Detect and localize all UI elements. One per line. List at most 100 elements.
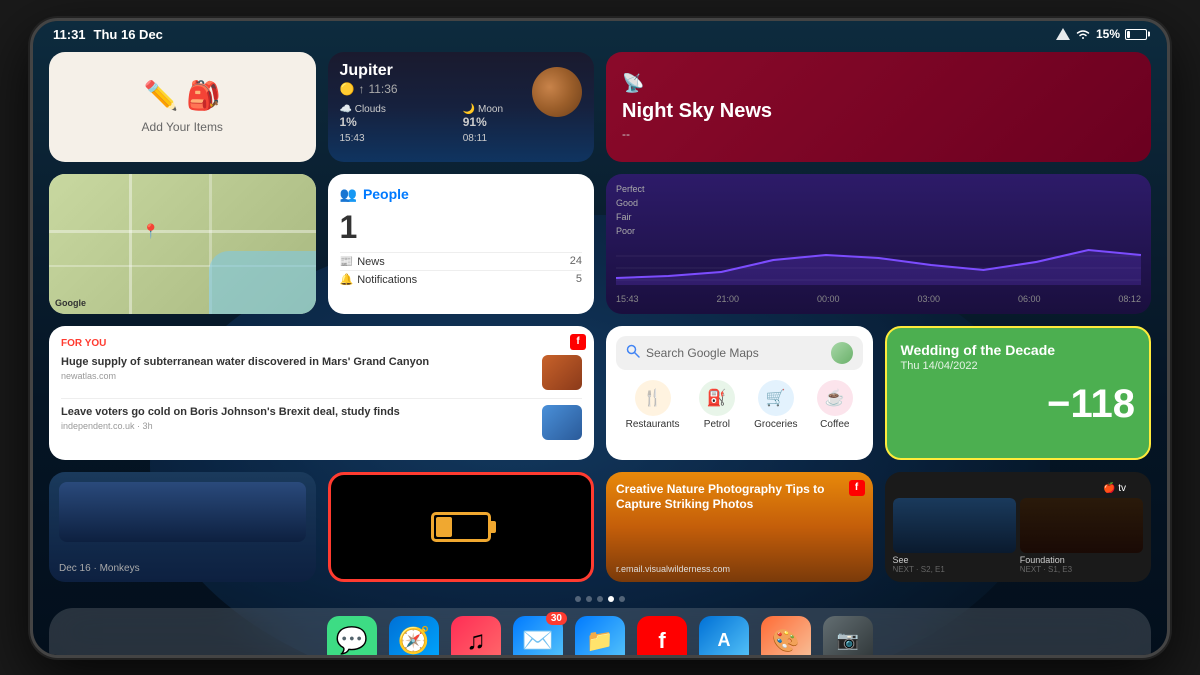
- dot-5[interactable]: [619, 596, 625, 602]
- flipboard-badge: f: [570, 334, 586, 350]
- flipboard-dock-icon: f: [658, 628, 665, 654]
- files-icon: 📁: [586, 628, 613, 654]
- ipad-frame: 11:31 Thu 16 Dec 15%: [30, 18, 1170, 658]
- restaurants-label: Restaurants: [626, 419, 680, 430]
- widget-grid: ✏️ 🎒 Add Your Items Jupiter 🟡 ↑ 11:36 ☁️…: [33, 48, 1167, 592]
- widget-calendar[interactable]: Wedding of the Decade Thu 14/04/2022 −11…: [885, 326, 1152, 460]
- widget-music[interactable]: Dec 16 · Monkeys: [49, 472, 316, 582]
- reminders-icons: ✏️ 🎒: [143, 79, 221, 112]
- dock-messages[interactable]: 💬: [327, 616, 377, 655]
- dock-mail[interactable]: ✉️ 30: [513, 616, 563, 655]
- ipad-screen: 11:31 Thu 16 Dec 15%: [33, 21, 1167, 655]
- news-text-1: Huge supply of subterranean water discov…: [61, 355, 534, 381]
- people-notif-row: 🔔Notifications 5: [340, 270, 583, 288]
- page-dots: [33, 592, 1167, 606]
- widget-maps-search[interactable]: Search Google Maps 🍴 Restaurants ⛽ Petro…: [606, 326, 873, 460]
- people-icon: 👥: [340, 186, 357, 203]
- petrol-icon: ⛽: [699, 380, 735, 416]
- graph-times: 15:43 21:00 00:00 03:00 06:00 08:12: [616, 294, 1141, 304]
- show-see-title: See: [893, 555, 1016, 565]
- maps-cat-petrol[interactable]: ⛽ Petrol: [699, 380, 735, 430]
- widget-people[interactable]: 👥 People 1 📰News 24 🔔Notifications 5: [328, 174, 595, 314]
- dock-files[interactable]: 📁: [575, 616, 625, 655]
- mail-badge: 30: [546, 612, 567, 625]
- dock-flipboard[interactable]: f: [637, 616, 687, 655]
- calendar-date: Thu 14/04/2022: [901, 360, 1136, 372]
- people-title: People: [363, 186, 409, 202]
- news-source-1: newatlas.com: [61, 371, 534, 381]
- music-label: Dec 16 · Monkeys: [59, 563, 140, 574]
- groceries-icon: 🛒: [758, 380, 794, 416]
- svg-text:🍎 tv: 🍎 tv: [1103, 481, 1126, 494]
- news-text-2: Leave voters go cold on Boris Johnson's …: [61, 405, 534, 431]
- widget-maps-mini[interactable]: 📍 Google: [49, 174, 316, 314]
- dock-screenshot[interactable]: 📷: [823, 616, 873, 655]
- dot-2[interactable]: [586, 596, 592, 602]
- news-item-2[interactable]: Leave voters go cold on Boris Johnson's …: [61, 405, 582, 440]
- status-left: 11:31 Thu 16 Dec: [53, 27, 163, 42]
- widget-news[interactable]: FOR YOU f Huge supply of subterranean wa…: [49, 326, 594, 460]
- widget-nightsky[interactable]: 📡 Night Sky News --: [606, 52, 1151, 162]
- moon-val: 91%: [463, 115, 582, 129]
- news-divider: [61, 398, 582, 399]
- colorui-icon: 🎨: [772, 628, 799, 654]
- widget-nature[interactable]: f Creative Nature Photography Tips to Ca…: [606, 472, 873, 582]
- petrol-label: Petrol: [699, 419, 735, 430]
- maps-user-avatar: [831, 342, 853, 364]
- coffee-label: Coffee: [817, 419, 853, 430]
- battery-percent: 15%: [1096, 27, 1120, 41]
- widget-reminders[interactable]: ✏️ 🎒 Add Your Items: [49, 52, 316, 162]
- people-header: 👥 People: [340, 186, 583, 203]
- show-foundation-sub: NEXT · S1, E3: [1020, 565, 1143, 574]
- maps-cat-groceries[interactable]: 🛒 Groceries: [754, 380, 797, 430]
- date: Thu 16 Dec: [94, 27, 163, 42]
- people-notif-count: 5: [576, 273, 582, 286]
- clouds-label: Clouds: [355, 104, 386, 115]
- show-see-sub: NEXT · S2, E1: [893, 565, 1016, 574]
- dot-1[interactable]: [575, 596, 581, 602]
- dot-3[interactable]: [597, 596, 603, 602]
- graph-good-label: Good: [616, 198, 638, 208]
- groceries-label: Groceries: [754, 419, 797, 430]
- graph-good: Good: [616, 198, 1141, 208]
- appletv-logo: 🍎 tv: [1103, 480, 1143, 494]
- show-foundation-title: Foundation: [1020, 555, 1143, 565]
- show-thumb-foundation: [1020, 498, 1143, 553]
- people-news-label: News: [357, 256, 385, 268]
- widget-jupiter[interactable]: Jupiter 🟡 ↑ 11:36 ☁️ Clouds 1% 🌙 Moon 91…: [328, 52, 595, 162]
- dot-4-active[interactable]: [608, 596, 614, 602]
- news-item-1[interactable]: Huge supply of subterranean water discov…: [61, 355, 582, 390]
- people-items: 📰News 24 🔔Notifications 5: [340, 252, 583, 288]
- maps-search-bar[interactable]: Search Google Maps: [616, 336, 863, 370]
- moon-label: Moon: [478, 104, 503, 115]
- news-for-you-label: FOR YOU: [61, 338, 582, 349]
- battery-icon: [1125, 29, 1147, 40]
- clouds-val: 1%: [340, 115, 459, 129]
- nightsky-sub: --: [622, 127, 1135, 141]
- dock-appstore[interactable]: A: [699, 616, 749, 655]
- nightsky-icon: 📡: [622, 73, 1135, 94]
- dock-colorui[interactable]: 🎨: [761, 616, 811, 655]
- dock-safari[interactable]: 🧭: [389, 616, 439, 655]
- jupiter-time2: 08:11: [463, 133, 582, 144]
- appletv-show-see[interactable]: See NEXT · S2, E1: [893, 498, 1016, 574]
- messages-icon: 💬: [336, 625, 368, 655]
- widget-battery[interactable]: [328, 472, 595, 582]
- maps-cat-coffee[interactable]: ☕ Coffee: [817, 380, 853, 430]
- maps-search-placeholder: Search Google Maps: [646, 346, 825, 360]
- maps-categories: 🍴 Restaurants ⛽ Petrol 🛒 Groceries ☕ Cof…: [616, 380, 863, 430]
- dock: 💬 🧭 ♫ ✉️ 30 📁 f A 🎨: [49, 608, 1151, 655]
- widget-appletv[interactable]: 🍎 tv See NEXT · S2, E1 Foundation NEXT ·…: [885, 472, 1152, 582]
- dock-music[interactable]: ♫: [451, 616, 501, 655]
- power-button[interactable]: [1167, 308, 1170, 368]
- maps-cat-restaurants[interactable]: 🍴 Restaurants: [626, 380, 680, 430]
- nature-flipboard-badge: f: [849, 480, 865, 496]
- people-news-row: 📰News 24: [340, 252, 583, 270]
- appletv-show-foundation[interactable]: Foundation NEXT · S1, E3: [1020, 498, 1143, 574]
- jupiter-image: [532, 67, 582, 117]
- status-right: 15%: [1056, 27, 1147, 41]
- calendar-title: Wedding of the Decade: [901, 342, 1136, 358]
- graph-perfect: Perfect: [616, 184, 645, 194]
- nature-title: Creative Nature Photography Tips to Capt…: [616, 482, 863, 513]
- appstore-icon: A: [718, 630, 731, 651]
